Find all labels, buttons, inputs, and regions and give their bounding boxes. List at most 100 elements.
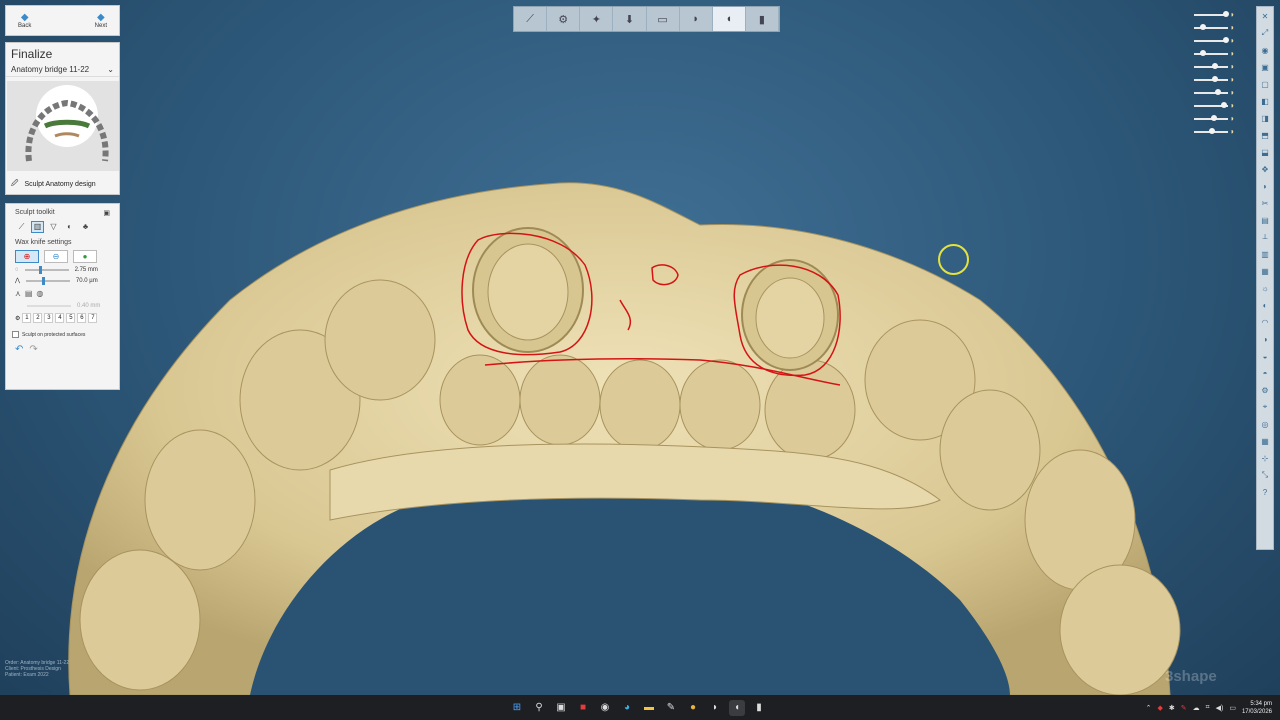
protected-surfaces-checkbox[interactable]: Sculpt on protected surfaces — [6, 325, 119, 340]
insertion-icon[interactable]: ⬇ — [613, 7, 647, 31]
dental-model-scene[interactable] — [0, 0, 1280, 695]
fullscreen-icon[interactable]: ⤢ — [1257, 25, 1273, 41]
visibility-slider-thumb[interactable] — [1221, 101, 1227, 108]
tray-pen-icon[interactable]: ✎ — [1181, 704, 1187, 712]
tray-bluetooth-icon[interactable]: ✱ — [1169, 704, 1175, 712]
visibility-slider-thumb[interactable] — [1222, 36, 1229, 43]
sculpt-icon[interactable]: ◖ — [712, 7, 746, 31]
profile-icon[interactable]: ◐ — [1257, 297, 1273, 313]
strength-7[interactable]: 7 — [88, 313, 98, 323]
back-button[interactable]: ◆ Back — [18, 12, 31, 29]
pan-icon[interactable]: ✥ — [1257, 161, 1273, 177]
smooth-material-button[interactable]: ● — [73, 250, 97, 263]
cement-icon[interactable]: ▭ — [647, 7, 680, 31]
tooth-icon[interactable]: ◗ — [1257, 178, 1273, 194]
snap-icon[interactable]: ⊹ — [1257, 450, 1273, 466]
visibility-slider-thumb[interactable] — [1210, 114, 1217, 121]
view-left-icon[interactable]: ◧ — [1257, 93, 1273, 109]
visibility-slider-4[interactable]: ◗ — [1194, 47, 1242, 60]
visibility-slider-7[interactable]: ◗ — [1194, 86, 1242, 99]
smooth-tool-icon[interactable]: ▥ — [31, 221, 44, 233]
visibility-slider-10[interactable]: ◗ — [1194, 125, 1242, 138]
connector-icon[interactable]: ▮ — [746, 7, 779, 31]
wax-knife-icon[interactable]: ⟋ — [15, 221, 28, 233]
visibility-slider-9[interactable]: ◗ — [1194, 112, 1242, 125]
dental-designer-icon[interactable]: ◖ — [729, 699, 745, 716]
screenshot-icon[interactable]: ▦ — [1257, 263, 1273, 279]
section-icon[interactable]: ▤ — [1257, 212, 1273, 228]
arch-icon[interactable]: ◠ — [1257, 314, 1273, 330]
camera-icon[interactable]: ◎ — [1257, 416, 1273, 432]
anatomy-icon[interactable]: ◗ — [680, 7, 713, 31]
opacity-icon[interactable]: ◑ — [1257, 331, 1273, 347]
color-icon[interactable]: ◒ — [1257, 348, 1273, 364]
undo-icon[interactable]: ↶ — [15, 344, 23, 355]
windows-start-icon[interactable]: ⊞ — [509, 700, 525, 716]
view-right-icon[interactable]: ◨ — [1257, 110, 1273, 126]
size-slider-thumb[interactable] — [38, 266, 42, 274]
network-icon[interactable]: ⌗ — [1206, 704, 1210, 712]
sculpt-anatomy-action[interactable]: 🖉 Sculpt Anatomy design — [11, 179, 96, 190]
visibility-slider-2[interactable]: ◗ — [1194, 21, 1242, 34]
brush-round-icon[interactable]: ◍ — [36, 289, 43, 298]
clock[interactable]: 5:34 pm 17/03/2026 — [1242, 700, 1272, 716]
visibility-slider-thumb[interactable] — [1209, 127, 1215, 134]
settings-icon[interactable]: ⚙ — [1257, 382, 1273, 398]
design-select[interactable]: Anatomy bridge 11-22 ⌄ — [6, 63, 119, 77]
edge-icon[interactable]: ◕ — [619, 700, 635, 716]
next-button[interactable]: ◆ Next — [95, 12, 107, 29]
file-explorer-icon[interactable]: ▬ — [641, 700, 657, 716]
visibility-slider-8[interactable]: ◗ — [1194, 99, 1242, 112]
visibility-slider-thumb[interactable] — [1212, 75, 1218, 82]
view-front-icon[interactable]: ▣ — [1257, 59, 1273, 75]
visibility-slider-thumb[interactable] — [1222, 10, 1229, 17]
pin-icon[interactable]: ▣ — [103, 209, 110, 217]
visibility-slider-6[interactable]: ◗ — [1194, 73, 1242, 86]
slice-icon[interactable]: ◓ — [1257, 365, 1273, 381]
strength-6[interactable]: 6 — [77, 313, 87, 323]
margin-icon[interactable]: ✦ — [580, 7, 614, 31]
morph-tool-icon[interactable]: ▽ — [47, 221, 60, 233]
app-red-icon[interactable]: ■ — [575, 700, 591, 716]
tray-red-icon[interactable]: ◆ — [1158, 704, 1163, 712]
visibility-slider-thumb[interactable] — [1215, 88, 1221, 95]
chevron-up-icon[interactable]: ⌃ — [1146, 704, 1152, 712]
task-view-icon[interactable]: ▣ — [553, 700, 569, 716]
sphere-icon[interactable]: ◉ — [1257, 42, 1273, 58]
redo-icon[interactable]: ↷ — [29, 344, 37, 355]
light-icon[interactable]: ☼ — [1257, 280, 1273, 296]
checkbox-box[interactable] — [12, 331, 19, 338]
view-bottom-icon[interactable]: ⬓ — [1257, 144, 1273, 160]
add-material-button[interactable]: ⊕ — [15, 250, 39, 263]
transform-tool-icon[interactable]: ◐ — [63, 221, 76, 233]
brush-flat-icon[interactable]: ▤ — [25, 289, 33, 298]
chrome-icon[interactable]: ● — [685, 700, 701, 716]
strength-4[interactable]: 4 — [55, 313, 65, 323]
visibility-slider-5[interactable]: ◗ — [1194, 60, 1242, 73]
depth-slider[interactable]: ⋀ 70.0 µm — [6, 275, 119, 286]
search-icon[interactable]: ⚲ — [531, 700, 547, 716]
app-media-icon[interactable]: ◉ — [597, 700, 613, 716]
scan-icon[interactable]: ▥ — [1257, 246, 1273, 262]
strength-2[interactable]: 2 — [33, 313, 43, 323]
remove-material-button[interactable]: ⊖ — [44, 250, 68, 263]
tray-cloud-icon[interactable]: ☁ — [1193, 704, 1200, 712]
visibility-slider-thumb[interactable] — [1200, 23, 1206, 30]
strength-5[interactable]: 5 — [66, 313, 76, 323]
size-slider[interactable]: ◌ 2.75 mm — [6, 265, 119, 275]
dental-app-icon[interactable]: ◗ — [707, 700, 723, 716]
3d-viewport[interactable]: Order: Anatomy bridge 11-22 Client: Pros… — [0, 0, 1280, 695]
view-back-icon[interactable]: ▢ — [1257, 76, 1273, 92]
strength-1[interactable]: 1 — [22, 313, 32, 323]
view-top-icon[interactable]: ⬒ — [1257, 127, 1273, 143]
measure-icon[interactable]: ⟂ — [1257, 229, 1273, 245]
depth-slider-thumb[interactable] — [42, 276, 46, 285]
pin-icon[interactable]: ⌖ — [1257, 399, 1273, 415]
strength-3[interactable]: 3 — [44, 313, 54, 323]
grid-icon[interactable]: ▦ — [1257, 433, 1273, 449]
design-icon[interactable]: ⚙ — [547, 7, 581, 31]
battery-icon[interactable]: ▭ — [1229, 704, 1236, 712]
fit-icon[interactable]: ⤡ — [1257, 467, 1273, 483]
app-cylinder-icon[interactable]: ▮ — [751, 700, 767, 716]
brush-shape-icon[interactable]: ⋏ — [15, 289, 21, 298]
